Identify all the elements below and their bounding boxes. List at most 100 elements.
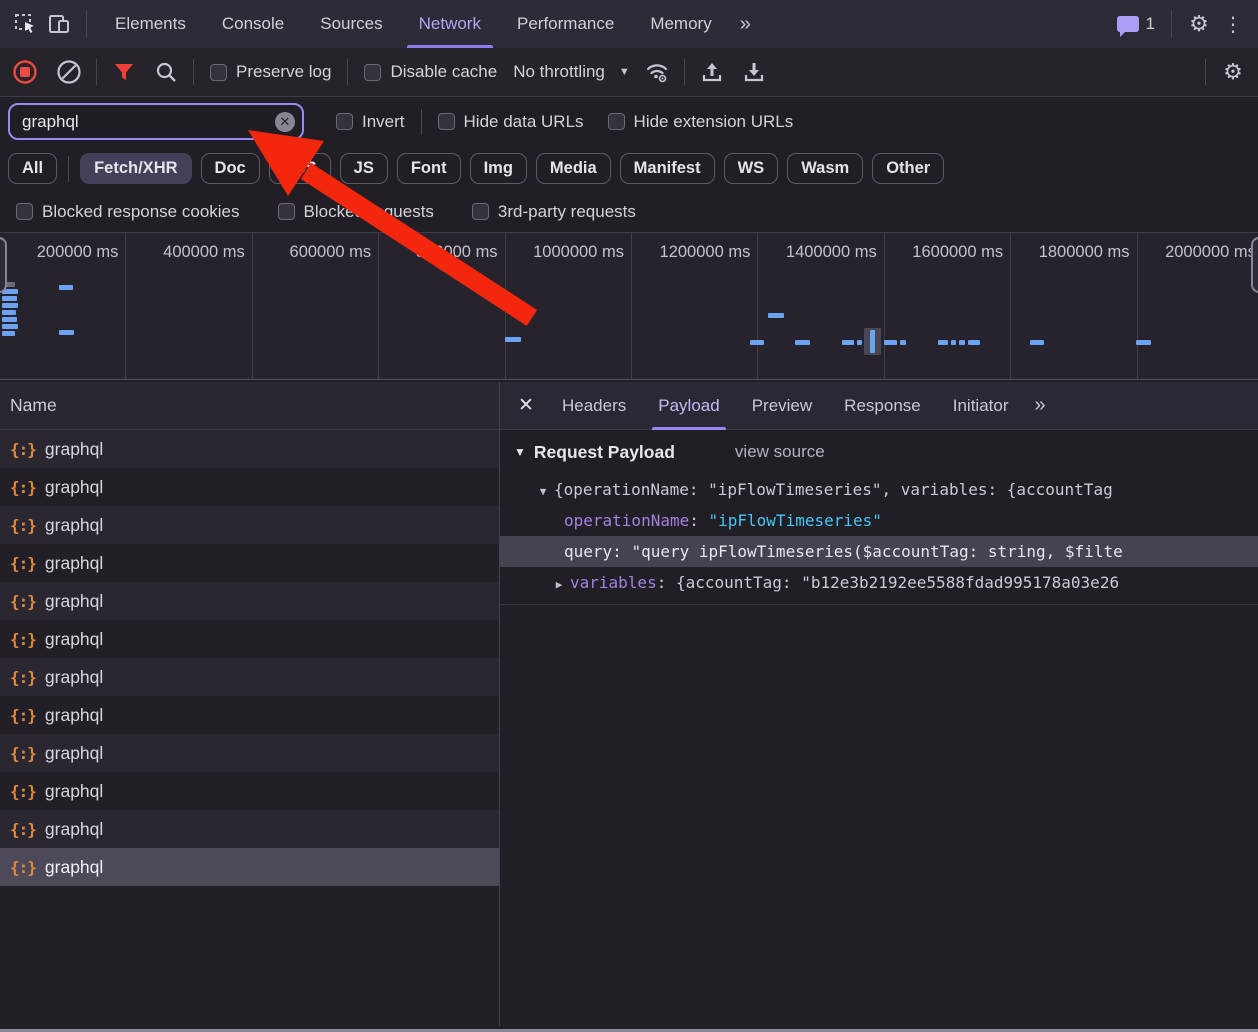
timeline-label: 1800000 ms	[1011, 233, 1138, 379]
more-detail-tabs-chevron-icon[interactable]: »	[1024, 394, 1053, 417]
payload-row-operation-name[interactable]: operationName: "ipFlowTimeseries"	[500, 505, 1258, 536]
chip-manifest[interactable]: Manifest	[619, 153, 715, 184]
divider	[86, 11, 87, 37]
table-row[interactable]: {:} graphql	[0, 430, 499, 468]
table-row[interactable]: {:} graphql	[0, 658, 499, 696]
json-braces-icon: {:}	[10, 781, 37, 801]
timeline-label: 600000 ms	[253, 233, 380, 379]
tab-response[interactable]: Response	[828, 382, 937, 430]
record-network-log-button[interactable]	[8, 55, 42, 89]
table-row[interactable]: {:} graphql	[0, 734, 499, 772]
view-source-link[interactable]: view source	[735, 442, 825, 462]
timeline-mark	[1136, 340, 1151, 345]
payload-row-query[interactable]: query: "query ipFlowTimeseries($accountT…	[500, 536, 1258, 567]
wifi-gear-icon	[646, 64, 667, 83]
blocked-response-cookies-checkbox[interactable]: Blocked response cookies	[10, 202, 246, 222]
chip-other[interactable]: Other	[872, 153, 945, 184]
network-overview-timeline[interactable]: 200000 ms 400000 ms 600000 ms 800000 ms …	[0, 232, 1258, 380]
tab-network[interactable]: Network	[401, 0, 499, 48]
chip-font[interactable]: Font	[396, 153, 461, 184]
device-toolbar-button[interactable]	[42, 7, 76, 41]
expand-triangle-icon[interactable]: ▼	[532, 476, 554, 505]
timeline-mark	[750, 340, 764, 345]
clear-filter-button[interactable]: ✕	[275, 112, 295, 132]
import-har-button[interactable]	[695, 55, 729, 89]
throttling-select[interactable]: No throttling ▼	[503, 62, 640, 82]
tab-memory[interactable]: Memory	[632, 0, 729, 48]
checkbox-icon	[471, 203, 489, 220]
table-row[interactable]: {:} graphql	[0, 620, 499, 658]
download-icon	[744, 63, 763, 82]
payload-row-variables[interactable]: ▶ variables: {accountTag: "b12e3b2192ee55…	[500, 567, 1258, 598]
filter-toggle-button[interactable]	[107, 55, 141, 89]
table-row-selected[interactable]: {:} graphql	[0, 848, 499, 886]
tab-sources[interactable]: Sources	[302, 0, 400, 48]
more-tabs-chevron-icon[interactable]: »	[730, 13, 759, 36]
tab-console[interactable]: Console	[204, 0, 302, 48]
checkbox-icon	[16, 203, 33, 220]
table-row[interactable]: {:} graphql	[0, 506, 499, 544]
chip-js[interactable]: JS	[339, 153, 388, 184]
main-menu-button[interactable]: ⋮	[1216, 7, 1250, 41]
chip-fetch-xhr[interactable]: Fetch/XHR	[80, 153, 192, 184]
table-row[interactable]: {:} graphql	[0, 696, 499, 734]
chip-wasm[interactable]: Wasm	[787, 153, 864, 184]
filter-value: graphql	[22, 111, 79, 131]
payload-preview-line[interactable]: ▼ {operationName: "ipFlowTimeseries", var…	[500, 474, 1258, 505]
json-braces-icon: {:}	[10, 553, 37, 573]
blocked-requests-checkbox[interactable]: Blocked requests	[272, 202, 440, 222]
timeline-mark	[842, 340, 854, 345]
throttling-value: No throttling	[513, 62, 605, 81]
name-column-header[interactable]: Name	[0, 382, 499, 430]
inspect-element-button[interactable]	[8, 7, 42, 41]
clear-network-log-button[interactable]	[52, 55, 86, 89]
third-party-requests-checkbox[interactable]: 3rd-party requests	[466, 202, 642, 222]
chip-media[interactable]: Media	[535, 153, 611, 184]
export-har-button[interactable]	[737, 55, 771, 89]
network-settings-button[interactable]: ⚙	[1216, 55, 1250, 89]
timeline-label: 2000000 ms	[1138, 233, 1258, 379]
table-row[interactable]: {:} graphql	[0, 772, 499, 810]
search-button[interactable]	[149, 55, 183, 89]
tab-payload[interactable]: Payload	[642, 382, 735, 430]
network-conditions-button[interactable]	[640, 55, 674, 89]
json-braces-icon: {:}	[10, 705, 37, 725]
table-row[interactable]: {:} graphql	[0, 582, 499, 620]
chip-all[interactable]: All	[8, 153, 58, 184]
json-braces-icon: {:}	[10, 439, 37, 459]
chip-css[interactable]: CSS	[268, 153, 331, 184]
json-braces-icon: {:}	[10, 743, 37, 763]
disable-cache-checkbox[interactable]: Disable cache	[358, 62, 503, 82]
collapse-triangle-icon[interactable]: ▼	[514, 445, 526, 459]
hide-extension-urls-checkbox[interactable]: Hide extension URLs	[602, 112, 800, 132]
chip-doc[interactable]: Doc	[200, 153, 260, 184]
chip-img[interactable]: Img	[469, 153, 527, 184]
timeline-left-handle[interactable]	[0, 237, 7, 293]
device-toolbar-icon	[49, 15, 69, 33]
chip-ws[interactable]: WS	[723, 153, 779, 184]
preserve-log-checkbox[interactable]: Preserve log	[204, 62, 337, 82]
tab-performance[interactable]: Performance	[499, 0, 632, 48]
timeline-right-handle[interactable]	[1251, 237, 1258, 293]
clear-icon	[57, 60, 81, 84]
issues-counter-button[interactable]: 1	[1111, 14, 1161, 37]
hide-data-urls-checkbox[interactable]: Hide data URLs	[432, 112, 590, 132]
checkbox-icon	[364, 63, 382, 81]
tab-initiator[interactable]: Initiator	[937, 382, 1025, 430]
tab-preview[interactable]: Preview	[736, 382, 828, 430]
blocked-requests-label: Blocked requests	[303, 201, 434, 221]
filter-input[interactable]: graphql ✕	[8, 103, 304, 140]
table-row[interactable]: {:} graphql	[0, 810, 499, 848]
invert-checkbox[interactable]: Invert	[330, 112, 411, 132]
request-name: graphql	[44, 514, 104, 535]
timeline-mark	[795, 340, 810, 345]
tab-elements[interactable]: Elements	[97, 0, 204, 48]
close-details-button[interactable]: ✕	[506, 382, 546, 430]
json-braces-icon: {:}	[10, 591, 37, 611]
table-row[interactable]: {:} graphql	[0, 468, 499, 506]
table-row[interactable]: {:} graphql	[0, 544, 499, 582]
timeline-mark	[2, 317, 17, 322]
expand-triangle-icon[interactable]: ▶	[548, 569, 570, 598]
settings-button[interactable]: ⚙	[1182, 7, 1216, 41]
tab-headers[interactable]: Headers	[546, 382, 642, 430]
